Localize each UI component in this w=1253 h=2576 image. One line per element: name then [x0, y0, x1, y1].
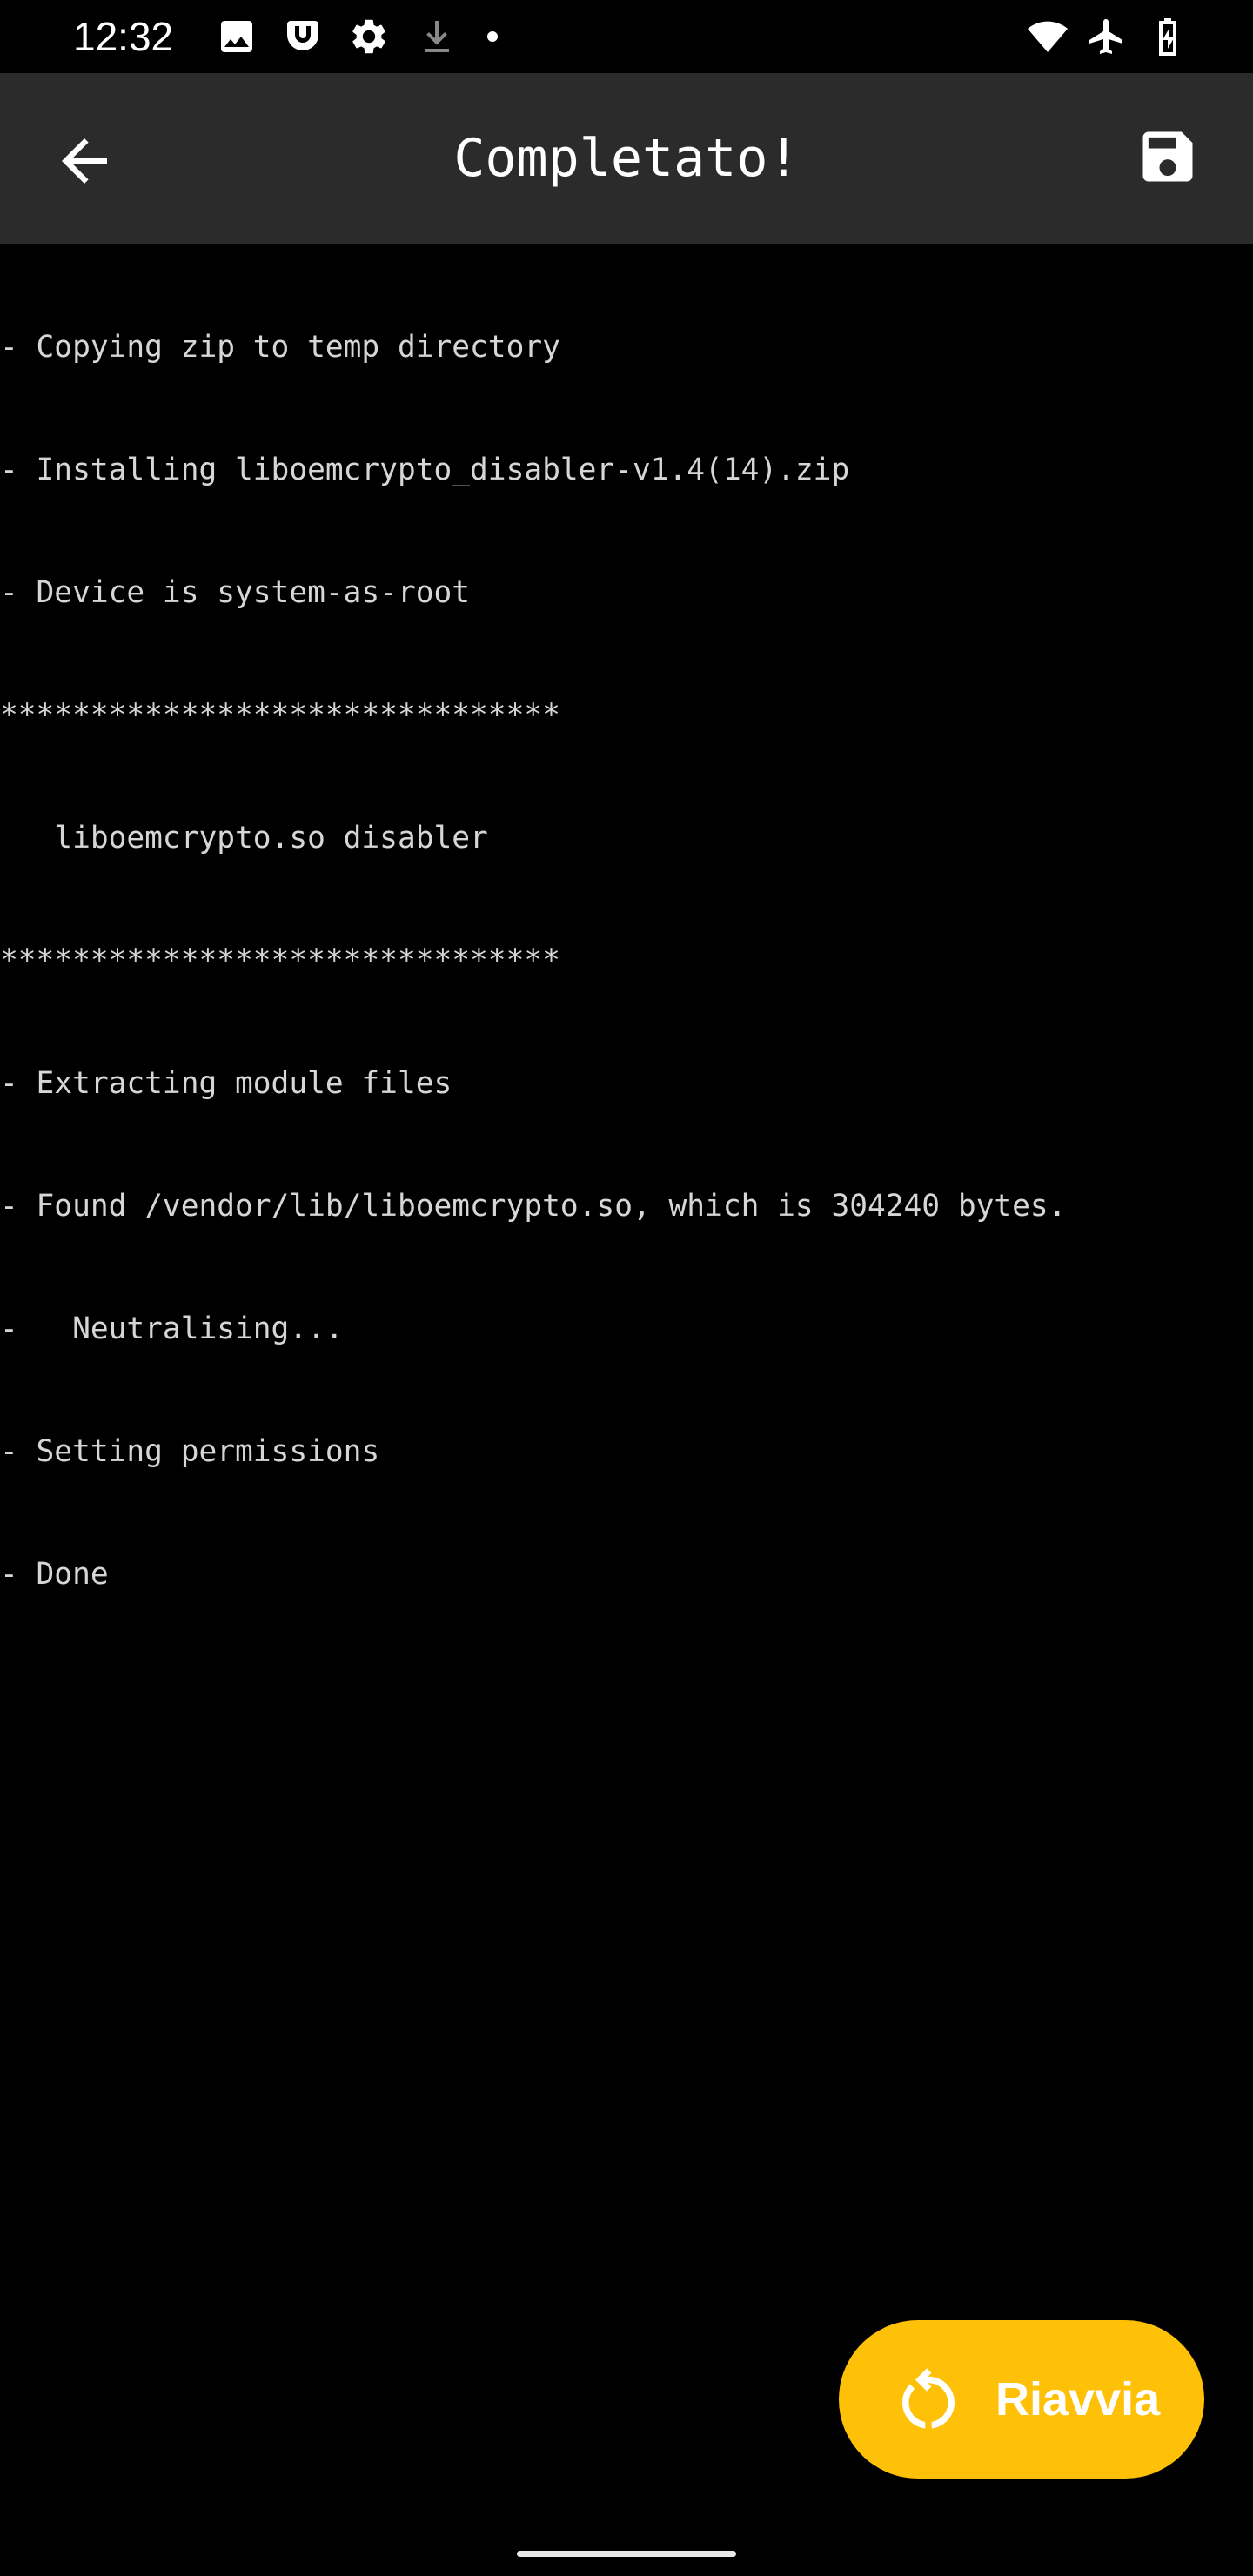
image-icon [216, 16, 258, 57]
toolbar: Completato! [0, 73, 1253, 244]
arrow-back-icon [62, 138, 107, 184]
log-line: - Extracting module files [0, 1066, 452, 1101]
log-line: ******************************* [0, 943, 560, 978]
save-icon [1142, 131, 1193, 182]
status-time: 12:32 [73, 14, 174, 59]
save-log-button[interactable] [1135, 124, 1201, 190]
reboot-button-label: Riavvia [995, 2373, 1161, 2425]
log-line: - Installing liboemcrypto_disabler-v1.4(… [0, 453, 850, 487]
back-button[interactable] [50, 127, 118, 195]
reboot-button[interactable]: Riavvia [839, 2320, 1204, 2479]
status-bar: 12:32 [0, 0, 1253, 73]
log-line: - Found /vendor/lib/liboemcrypto.so, whi… [0, 1189, 1067, 1224]
restart-icon [889, 2360, 968, 2438]
download-icon [416, 16, 458, 57]
log-line: liboemcrypto.so disabler [0, 821, 488, 855]
nav-gesture-handle[interactable] [517, 2551, 736, 2557]
log-line: - Neutralising... [0, 1311, 344, 1346]
log-line: - Done [0, 1557, 109, 1592]
log-line: - Setting permissions [0, 1434, 380, 1469]
airplane-icon [1086, 16, 1128, 57]
gear-icon [348, 16, 390, 57]
page-title: Completato! [453, 128, 800, 189]
log-line: ******************************* [0, 698, 560, 733]
install-log: - Copying zip to temp directory - Instal… [0, 245, 1253, 1636]
log-line: - Device is system-as-root [0, 575, 471, 610]
log-line: - Copying zip to temp directory [0, 330, 560, 365]
magisk-icon [282, 16, 324, 57]
dot-icon [484, 16, 526, 57]
battery-charging-icon [1147, 16, 1189, 57]
wifi-icon [1023, 16, 1072, 57]
